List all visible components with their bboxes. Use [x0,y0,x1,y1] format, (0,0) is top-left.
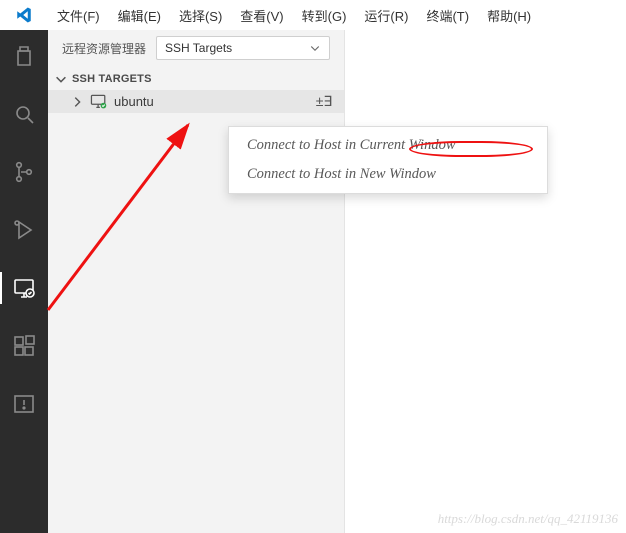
activity-debug-icon[interactable] [0,210,48,250]
context-menu: Connect to Host in Current Window Connec… [228,126,548,194]
menu-select[interactable]: 选择(S) [170,1,231,30]
chevron-right-icon [70,95,84,109]
activity-problems-icon[interactable] [0,384,48,424]
menu-file[interactable]: 文件(F) [48,1,109,30]
editor-area [345,30,626,533]
activity-explorer-icon[interactable] [0,36,48,76]
menu-help[interactable]: 帮助(H) [478,1,540,30]
monitor-online-icon [90,94,108,110]
ssh-host-row[interactable]: ubuntu ±∃ [48,90,344,113]
menu-run[interactable]: 运行(R) [355,1,417,30]
targets-dropdown[interactable]: SSH Targets [156,36,330,60]
add-window-icon[interactable]: ±∃ [314,93,334,110]
menu-bar: 文件(F) 编辑(E) 选择(S) 查看(V) 转到(G) 运行(R) 终端(T… [0,0,626,30]
activity-extensions-icon[interactable] [0,326,48,366]
ctx-connect-new-window[interactable]: Connect to Host in New Window [229,160,547,189]
panel-header: 远程资源管理器 SSH Targets [48,30,344,66]
menu-goto[interactable]: 转到(G) [293,1,356,30]
panel-header-label: 远程资源管理器 [62,40,146,57]
activity-remote-explorer-icon[interactable] [0,268,48,308]
chevron-down-icon [54,72,68,86]
vscode-logo-icon [0,6,48,24]
targets-dropdown-value: SSH Targets [165,41,232,55]
menu-edit[interactable]: 编辑(E) [109,1,170,30]
activity-bar [0,30,48,533]
activity-source-control-icon[interactable] [0,152,48,192]
activity-search-icon[interactable] [0,94,48,134]
chevron-down-icon [309,42,321,54]
menu-terminal[interactable]: 终端(T) [417,1,478,30]
ctx-connect-current-window[interactable]: Connect to Host in Current Window [229,131,547,160]
menu-view[interactable]: 查看(V) [231,1,292,30]
watermark-text: https://blog.csdn.net/qq_42119136 [438,511,618,527]
remote-explorer-panel: 远程资源管理器 SSH Targets SSH TARGETS ubuntu ±… [48,30,345,533]
section-title-label: SSH TARGETS [72,73,152,85]
ssh-host-label: ubuntu [114,94,154,109]
section-ssh-targets[interactable]: SSH TARGETS [48,66,344,90]
